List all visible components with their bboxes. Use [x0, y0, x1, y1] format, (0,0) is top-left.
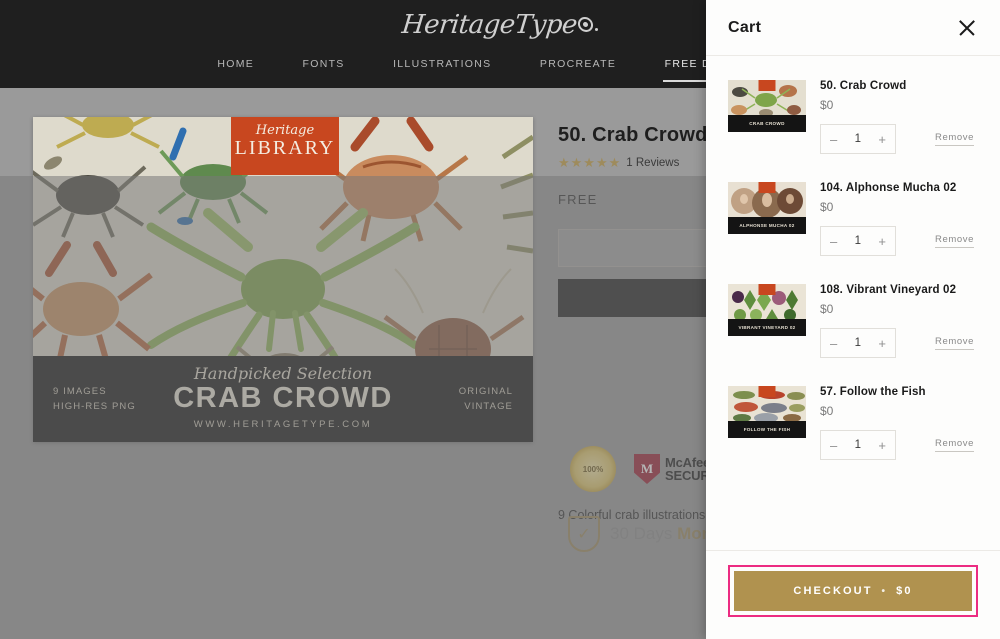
item-thumbnail[interactable]: CRAB CROWD — [728, 80, 806, 132]
item-controls: – 1 + Remove — [820, 430, 978, 460]
review-count[interactable]: 1 Reviews — [626, 157, 679, 169]
decrease-quantity-button[interactable]: – — [830, 133, 837, 146]
quantity-stepper[interactable]: – 1 + — [820, 328, 896, 358]
item-info: 57. Follow the Fish $0 – 1 + Remove — [820, 386, 978, 460]
cart-item-list: CRAB CROWD 50. Crab Crowd $0 – 1 + Remov… — [706, 56, 1000, 550]
heritage-library-badge: Heritage LIBRARY — [231, 117, 339, 175]
item-controls: – 1 + Remove — [820, 328, 978, 358]
thumbnail-caption: VIBRANT VINEYARD 02 — [728, 319, 806, 336]
checkout-label: CHECKOUT — [793, 585, 873, 597]
nav-item-illustrations[interactable]: ILLUSTRATIONS — [391, 52, 493, 82]
decrease-quantity-button[interactable]: – — [830, 337, 837, 350]
thumbnail-tag — [758, 182, 776, 193]
thumbnail-caption: ALPHONSE MUCHA 02 — [728, 217, 806, 234]
thumbnail-tag — [758, 80, 776, 91]
checkout-separator: • — [881, 585, 888, 597]
nav-item-home[interactable]: HOME — [215, 52, 256, 82]
quantity-stepper[interactable]: – 1 + — [820, 430, 896, 460]
increase-quantity-button[interactable]: + — [878, 337, 886, 350]
cart-header: Cart — [706, 0, 1000, 56]
item-thumbnail[interactable]: VIBRANT VINEYARD 02 — [728, 284, 806, 336]
item-price: $0 — [820, 98, 834, 112]
decrease-quantity-button[interactable]: – — [830, 439, 837, 452]
item-price: $0 — [820, 200, 834, 214]
item-name[interactable]: 50. Crab Crowd — [820, 80, 978, 92]
badge-line-1: Heritage — [255, 123, 315, 138]
checkout-total: $0 — [896, 585, 913, 597]
app-root: HeritageType HOME FONTS ILLUSTRATIONS PR… — [0, 0, 1000, 639]
logo-dot-icon — [595, 28, 599, 31]
item-info: 108. Vibrant Vineyard 02 $0 – 1 + Remove — [820, 284, 978, 358]
cart-drawer: Cart CRAB CROWD 50. Crab Crowd $0 – 1 + … — [706, 0, 1000, 639]
increase-quantity-button[interactable]: + — [878, 235, 886, 248]
item-controls: – 1 + Remove — [820, 124, 978, 154]
quantity-value: 1 — [854, 337, 862, 349]
item-info: 104. Alphonse Mucha 02 $0 – 1 + Remove — [820, 182, 978, 256]
logo-copyright-icon — [577, 17, 595, 32]
item-thumbnail[interactable]: FOLLOW THE FISH — [728, 386, 806, 438]
item-thumbnail[interactable]: ALPHONSE MUCHA 02 — [728, 182, 806, 234]
remove-item-link[interactable]: Remove — [935, 438, 974, 452]
decrease-quantity-button[interactable]: – — [830, 235, 837, 248]
thumbnail-tag — [758, 386, 776, 397]
cart-footer: CHECKOUT • $0 — [706, 550, 1000, 639]
remove-item-link[interactable]: Remove — [935, 234, 974, 248]
quantity-stepper[interactable]: – 1 + — [820, 124, 896, 154]
cart-title: Cart — [728, 18, 762, 36]
item-name[interactable]: 104. Alphonse Mucha 02 — [820, 182, 978, 194]
logo-text: HeritageType — [399, 10, 578, 40]
checkout-highlight: CHECKOUT • $0 — [728, 565, 978, 617]
quantity-stepper[interactable]: – 1 + — [820, 226, 896, 256]
badge-line-2: LIBRARY — [234, 137, 336, 159]
item-controls: – 1 + Remove — [820, 226, 978, 256]
increase-quantity-button[interactable]: + — [878, 439, 886, 452]
checkout-button[interactable]: CHECKOUT • $0 — [734, 571, 972, 611]
item-name[interactable]: 57. Follow the Fish — [820, 386, 978, 398]
item-name[interactable]: 108. Vibrant Vineyard 02 — [820, 284, 978, 296]
list-item: FOLLOW THE FISH 57. Follow the Fish $0 –… — [728, 376, 978, 478]
list-item: VIBRANT VINEYARD 02 108. Vibrant Vineyar… — [728, 274, 978, 376]
thumbnail-caption: FOLLOW THE FISH — [728, 421, 806, 438]
quantity-value: 1 — [854, 133, 862, 145]
thumbnail-tag — [758, 284, 776, 295]
nav-item-fonts[interactable]: FONTS — [301, 52, 347, 82]
list-item: ALPHONSE MUCHA 02 104. Alphonse Mucha 02… — [728, 172, 978, 274]
item-price: $0 — [820, 302, 834, 316]
quantity-value: 1 — [854, 439, 862, 451]
thumbnail-caption: CRAB CROWD — [728, 115, 806, 132]
quantity-value: 1 — [854, 235, 862, 247]
remove-item-link[interactable]: Remove — [935, 336, 974, 350]
nav-item-procreate[interactable]: PROCREATE — [538, 52, 618, 82]
close-icon[interactable] — [956, 17, 978, 39]
list-item: CRAB CROWD 50. Crab Crowd $0 – 1 + Remov… — [728, 70, 978, 172]
item-info: 50. Crab Crowd $0 – 1 + Remove — [820, 80, 978, 154]
item-price: $0 — [820, 404, 834, 418]
star-rating-icon: ★★★★★ — [558, 155, 622, 170]
increase-quantity-button[interactable]: + — [878, 133, 886, 146]
remove-item-link[interactable]: Remove — [935, 132, 974, 146]
